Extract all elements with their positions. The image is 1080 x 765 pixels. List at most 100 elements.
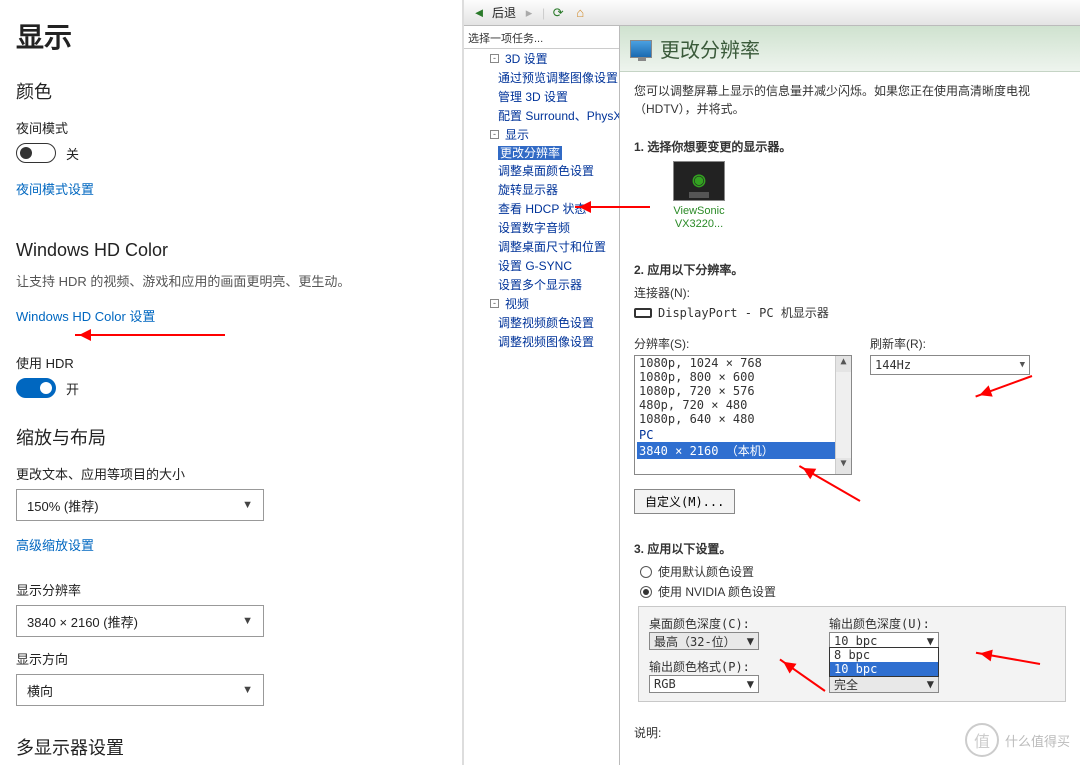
list-item[interactable]: 1080p, 800 × 600 (635, 370, 851, 384)
night-mode-settings-link[interactable]: 夜间模式设置 (16, 179, 94, 198)
refresh-rate-value: 144Hz (875, 358, 911, 372)
list-group: PC (635, 428, 851, 442)
nv-page-header: 更改分辨率 (620, 26, 1080, 72)
list-item[interactable]: 1080p, 720 × 576 (635, 384, 851, 398)
nv-toolbar: ◄ 后退 ▸ | ⟳ ⌂ (464, 0, 1080, 26)
orientation-value: 横向 (27, 681, 53, 700)
color-section-header: 颜色 (16, 78, 442, 104)
chevron-down-icon: ▼ (1020, 360, 1025, 370)
chevron-down-icon: ▼ (747, 677, 754, 691)
tree-cat-display[interactable]: 显示 (505, 125, 529, 144)
orientation-dropdown[interactable]: 横向 ▼ (16, 674, 264, 706)
output-color-depth-label: 输出颜色深度(U): (829, 615, 1029, 632)
step1-label: 1. 选择你想要变更的显示器。 (634, 138, 1066, 155)
chevron-down-icon: ▼ (927, 677, 934, 691)
connector-value: DisplayPort - PC 机显示器 (658, 304, 829, 321)
tree-hdcp[interactable]: 查看 HDCP 状态 (468, 199, 619, 218)
tree-3d-preview[interactable]: 通过预览调整图像设置 (468, 68, 619, 87)
scale-section-header: 缩放与布局 (16, 424, 442, 450)
display-icon (630, 40, 652, 58)
output-color-format-label: 输出颜色格式(P): (649, 658, 819, 675)
hdcolor-desc: 让支持 HDR 的视频、游戏和应用的画面更明亮、更生动。 (16, 271, 442, 290)
list-item[interactable]: 480p, 720 × 480 (635, 398, 851, 412)
chevron-down-icon: ▼ (242, 499, 253, 511)
scroll-up-icon[interactable]: ▲ (836, 356, 851, 372)
nvidia-logo-icon: ◉ (674, 162, 724, 190)
tree-title: 选择一项任务... (464, 28, 619, 49)
tree-multi-display[interactable]: 设置多个显示器 (468, 275, 619, 294)
dropdown-option-selected[interactable]: 10 bpc (830, 662, 938, 676)
resolution-dropdown[interactable]: 3840 × 2160 (推荐) ▼ (16, 605, 264, 637)
tree-rotate[interactable]: 旋转显示器 (468, 180, 619, 199)
scale-label: 更改文本、应用等项目的大小 (16, 464, 442, 483)
custom-resolution-button[interactable]: 自定义(M)... (634, 489, 735, 514)
tree-cat-3d[interactable]: 3D 设置 (505, 49, 548, 68)
night-mode-label: 夜间模式 (16, 118, 442, 137)
refresh-rate-label: 刷新率(R): (870, 335, 1066, 352)
monitor-thumbnail[interactable]: ◉ ViewSonic VX3220... (654, 161, 744, 231)
collapse-icon[interactable]: - (490, 54, 499, 63)
resolution-value: 3840 × 2160 (推荐) (27, 612, 138, 631)
tree-3d-surround[interactable]: 配置 Surround、PhysX (468, 106, 619, 125)
nv-page-desc: 您可以调整屏幕上显示的信息量并减少闪烁。如果您正在使用高清晰度电视（HDTV），… (634, 82, 1066, 118)
list-item[interactable]: 1080p, 1024 × 768 (635, 356, 851, 370)
desktop-color-depth-label: 桌面颜色深度(C): (649, 615, 819, 632)
chevron-down-icon: ▼ (242, 684, 253, 696)
nv-page-title: 更改分辨率 (660, 34, 760, 63)
tree-video-image[interactable]: 调整视频图像设置 (468, 332, 619, 351)
watermark: 值 什么值得买 (965, 723, 1070, 757)
scale-dropdown[interactable]: 150% (推荐) ▼ (16, 489, 264, 521)
collapse-icon[interactable]: - (490, 299, 499, 308)
multi-display-section-header: 多显示器设置 (16, 734, 442, 760)
night-mode-toggle[interactable] (16, 143, 56, 163)
use-hdr-toggle[interactable] (16, 378, 56, 398)
use-hdr-label: 使用 HDR (16, 353, 442, 372)
tree-3d-manage[interactable]: 管理 3D 设置 (468, 87, 619, 106)
desktop-color-depth-combo[interactable]: 最高（32-位）▼ (649, 632, 759, 650)
chevron-down-icon: ▼ (242, 615, 253, 627)
output-color-depth-dropdown[interactable]: 8 bpc 10 bpc (829, 647, 939, 677)
chevron-down-icon: ▼ (747, 634, 754, 648)
resolution-listbox[interactable]: 1080p, 1024 × 768 1080p, 800 × 600 1080p… (634, 355, 852, 475)
refresh-rate-combo[interactable]: 144Hz ▼ (870, 355, 1030, 375)
night-mode-state: 关 (66, 144, 79, 163)
advanced-scale-link[interactable]: 高级缩放设置 (16, 535, 94, 554)
list-item-selected[interactable]: 3840 × 2160 （本机） (637, 442, 849, 459)
resolution-list-label: 分辨率(S): (634, 335, 852, 352)
output-dynamic-range-combo[interactable]: 完全▼ (829, 675, 939, 693)
list-item[interactable]: 1080p, 640 × 480 (635, 412, 851, 426)
monitor-name: ViewSonic VX3220... (654, 205, 744, 231)
radio-default-color[interactable]: 使用默认颜色设置 (640, 563, 1066, 580)
displayport-icon (634, 308, 652, 318)
tree-change-resolution[interactable]: 更改分辨率 (498, 146, 562, 160)
collapse-icon[interactable]: - (490, 130, 499, 139)
nv-task-tree[interactable]: 选择一项任务... -3D 设置 通过预览调整图像设置 管理 3D 设置 配置 … (464, 26, 620, 765)
tree-cat-video[interactable]: 视频 (505, 294, 529, 313)
resolution-label: 显示分辨率 (16, 580, 442, 599)
step2-label: 2. 应用以下分辨率。 (634, 261, 1066, 278)
refresh-icon[interactable]: ⟳ (549, 4, 567, 22)
tree-desktop-size[interactable]: 调整桌面尺寸和位置 (468, 237, 619, 256)
forward-icon[interactable]: ▸ (520, 4, 538, 22)
output-color-format-combo[interactable]: RGB▼ (649, 675, 759, 693)
home-icon[interactable]: ⌂ (571, 4, 589, 22)
back-button[interactable]: 后退 (492, 4, 516, 21)
dropdown-option[interactable]: 8 bpc (830, 648, 938, 662)
tree-gsync[interactable]: 设置 G-SYNC (468, 256, 619, 275)
step3-label: 3. 应用以下设置。 (634, 540, 1066, 557)
radio-icon (640, 586, 652, 598)
color-settings-panel: 桌面颜色深度(C): 最高（32-位）▼ 输出颜色深度(U): 10 bpc▼ (638, 606, 1066, 702)
tree-desktop-color[interactable]: 调整桌面颜色设置 (468, 161, 619, 180)
tree-video-color[interactable]: 调整视频颜色设置 (468, 313, 619, 332)
scrollbar[interactable]: ▲ ▼ (835, 356, 851, 474)
page-title: 显示 (16, 16, 442, 56)
hdcolor-settings-link[interactable]: Windows HD Color 设置 (16, 306, 155, 325)
orientation-label: 显示方向 (16, 649, 442, 668)
scroll-down-icon[interactable]: ▼ (836, 458, 851, 474)
use-hdr-state: 开 (66, 379, 79, 398)
watermark-icon: 值 (965, 723, 999, 757)
radio-nvidia-color[interactable]: 使用 NVIDIA 颜色设置 (640, 583, 1066, 600)
tree-audio[interactable]: 设置数字音频 (468, 218, 619, 237)
back-icon[interactable]: ◄ (470, 4, 488, 22)
radio-icon (640, 566, 652, 578)
